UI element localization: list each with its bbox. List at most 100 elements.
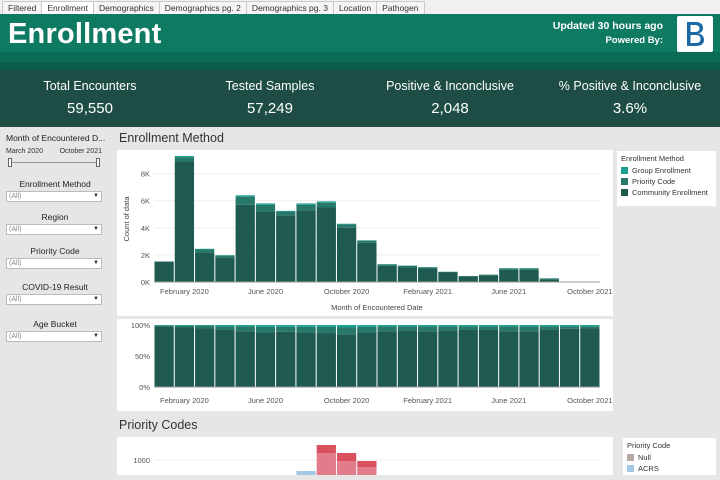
kpi-value: 2,048 bbox=[360, 100, 540, 117]
legend-label: Priority Code bbox=[632, 177, 675, 186]
legend-label: Null bbox=[638, 453, 651, 462]
bar-segment bbox=[337, 325, 356, 327]
tab-demographics-pg-3[interactable]: Demographics pg. 3 bbox=[246, 1, 334, 14]
bar-segment bbox=[296, 332, 315, 387]
powered-by-text: Powered By: bbox=[605, 35, 663, 46]
legend-label: Community Enrollment bbox=[632, 188, 708, 197]
bar-segment bbox=[357, 332, 376, 387]
month-end-label: October 2021 bbox=[60, 148, 102, 155]
bar-segment bbox=[276, 211, 295, 212]
legend-item[interactable]: Community Enrollment bbox=[621, 188, 712, 197]
bar-segment bbox=[296, 205, 315, 210]
region-select[interactable]: (All)▼ bbox=[6, 224, 102, 235]
region-filter-label: Region bbox=[0, 212, 110, 222]
bar-segment bbox=[378, 325, 397, 326]
tab-demographics[interactable]: Demographics bbox=[93, 1, 160, 14]
legend-item[interactable]: Priority Code bbox=[621, 177, 712, 186]
priority-codes-chart-panel: 1000 bbox=[117, 437, 613, 475]
bar-segment bbox=[519, 270, 538, 282]
bar-segment bbox=[276, 332, 295, 387]
x-tick-label: October 2021 bbox=[567, 287, 612, 296]
tab-pathogen[interactable]: Pathogen bbox=[376, 1, 424, 14]
kpi-label: Tested Samples bbox=[180, 79, 360, 93]
bar-segment bbox=[276, 325, 295, 327]
priority-code-legend: Priority CodeNullACRS bbox=[623, 438, 716, 475]
chevron-down-icon: ▼ bbox=[93, 332, 99, 341]
bar-segment bbox=[378, 326, 397, 331]
tab-demographics-pg-2[interactable]: Demographics pg. 2 bbox=[159, 1, 247, 14]
priority-codes-title: Priority Codes bbox=[119, 418, 198, 432]
kpi-card: % Positive & Inconclusive3.6% bbox=[540, 70, 720, 127]
tab-location[interactable]: Location bbox=[333, 1, 377, 14]
bar-segment bbox=[479, 275, 498, 282]
kpi-label: Positive & Inconclusive bbox=[360, 79, 540, 93]
kpi-value: 59,550 bbox=[0, 100, 180, 117]
bar-segment bbox=[215, 258, 234, 282]
priority-code-select[interactable]: (All)▼ bbox=[6, 258, 102, 269]
legend-item[interactable]: Group Enrollment bbox=[621, 166, 712, 175]
x-tick-label: February 2021 bbox=[403, 287, 452, 296]
kpi-label: Total Encounters bbox=[0, 79, 180, 93]
enrollment-method-bar-chart[interactable]: 0K2K4K6K8KCount of dataFebruary 2020June… bbox=[117, 150, 613, 316]
bar-segment bbox=[459, 330, 478, 387]
bar-segment bbox=[256, 327, 275, 333]
covid-result-select[interactable]: (All)▼ bbox=[6, 294, 102, 305]
bar-segment bbox=[519, 331, 538, 387]
bar-segment bbox=[236, 205, 255, 282]
bar-segment bbox=[418, 267, 437, 268]
bar-segment bbox=[317, 207, 336, 282]
enrollment-method-filter-label: Enrollment Method bbox=[0, 179, 110, 189]
bar-segment bbox=[155, 326, 174, 327]
y-tick-label: 50% bbox=[135, 352, 150, 361]
bar-segment bbox=[236, 326, 255, 331]
month-range-slider[interactable] bbox=[6, 158, 102, 167]
slider-start-handle[interactable] bbox=[8, 158, 12, 167]
select-value: (All) bbox=[9, 226, 21, 233]
bar-segment bbox=[438, 272, 457, 273]
enrollment-percent-bar-chart[interactable]: 0%50%100%February 2020June 2020October 2… bbox=[117, 319, 613, 411]
bar-segment bbox=[317, 201, 336, 202]
bar-segment bbox=[378, 266, 397, 282]
brand-logo[interactable] bbox=[677, 16, 713, 52]
bar-segment bbox=[499, 326, 518, 331]
y-tick-label: 4K bbox=[141, 224, 150, 233]
bar-segment bbox=[175, 157, 194, 161]
bar-segment bbox=[195, 326, 214, 328]
bar-segment bbox=[195, 252, 214, 282]
updated-text: Updated 30 hours ago bbox=[553, 20, 663, 32]
bar-segment bbox=[499, 331, 518, 387]
bar-segment bbox=[438, 331, 457, 387]
legend-item[interactable]: ACRS bbox=[627, 464, 712, 473]
bar-segment bbox=[519, 325, 538, 326]
bar-segment bbox=[215, 326, 234, 330]
bar-segment bbox=[519, 326, 538, 331]
bar-segment bbox=[499, 270, 518, 282]
bar-segment bbox=[276, 327, 295, 332]
legend-swatch bbox=[627, 454, 634, 461]
bar-segment bbox=[337, 461, 356, 475]
kpi-value: 3.6% bbox=[540, 100, 720, 117]
x-tick-label: October 2020 bbox=[324, 396, 369, 405]
bar-segment bbox=[337, 224, 356, 227]
tab-filtered[interactable]: Filtered bbox=[2, 1, 42, 14]
enrollment-percent-chart-panel: 0%50%100%February 2020June 2020October 2… bbox=[117, 319, 613, 411]
slider-end-handle[interactable] bbox=[96, 158, 100, 167]
y-tick-label: 100% bbox=[131, 321, 151, 330]
bar-segment bbox=[479, 325, 498, 326]
chevron-down-icon: ▼ bbox=[93, 295, 99, 304]
bar-segment bbox=[296, 210, 315, 282]
enrollment-method-select[interactable]: (All)▼ bbox=[6, 191, 102, 202]
tab-bar: FilteredEnrollmentDemographicsDemographi… bbox=[0, 0, 720, 14]
enrollment-method-title: Enrollment Method bbox=[119, 131, 224, 145]
tab-enrollment[interactable]: Enrollment bbox=[41, 1, 94, 14]
legend-label: Group Enrollment bbox=[632, 166, 691, 175]
bar-segment bbox=[479, 275, 498, 276]
bar-segment bbox=[438, 326, 457, 330]
select-value: (All) bbox=[9, 260, 21, 267]
age-bucket-select[interactable]: (All)▼ bbox=[6, 331, 102, 342]
month-filter-label: Month of Encountered D... bbox=[6, 133, 116, 143]
legend-title: Enrollment Method bbox=[621, 154, 712, 163]
legend-item[interactable]: Null bbox=[627, 453, 712, 462]
priority-codes-bar-chart[interactable]: 1000 bbox=[117, 437, 613, 475]
bar-segment bbox=[175, 326, 194, 328]
